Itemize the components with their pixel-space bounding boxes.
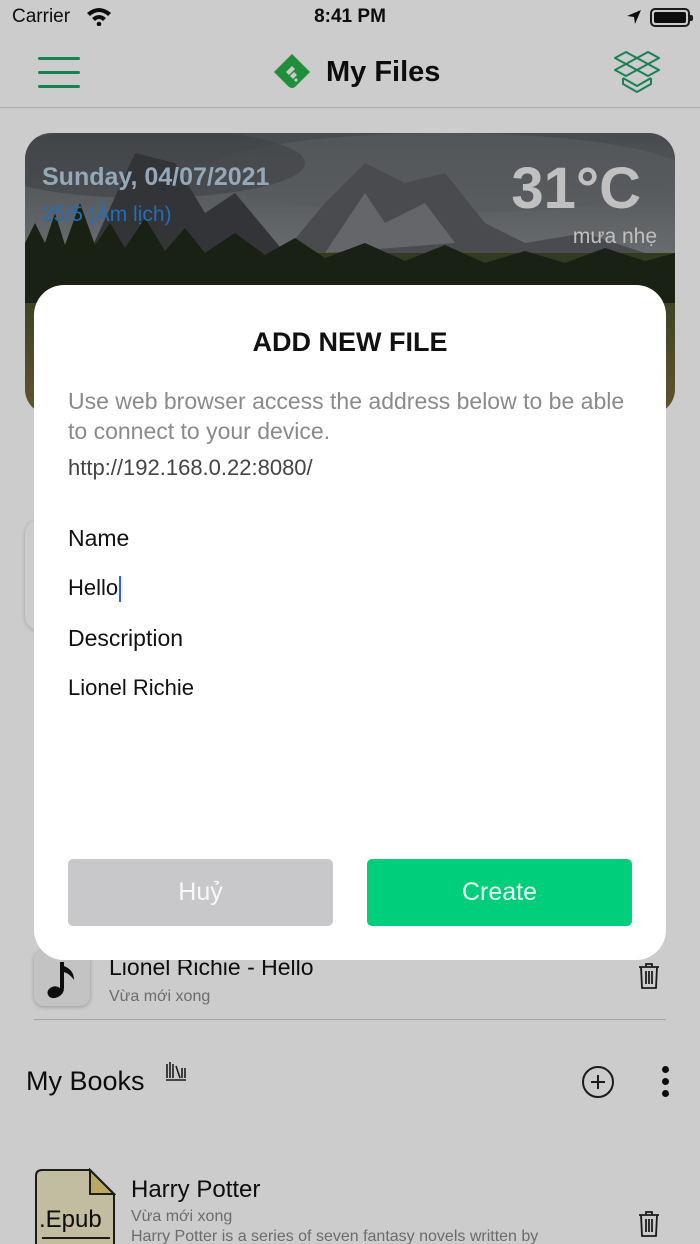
dialog-info-text: Use web browser access the address below… — [68, 388, 625, 444]
description-label: Description — [68, 625, 184, 651]
dialog-title: ADD NEW FILE — [252, 327, 448, 357]
name-field[interactable]: Hello — [68, 573, 628, 603]
name-field-value: Hello — [68, 575, 119, 600]
description-field[interactable]: Lionel Richie — [68, 673, 628, 703]
cancel-button[interactable]: Huỷ — [68, 859, 333, 926]
text-cursor — [119, 576, 122, 603]
description-field-value: Lionel Richie — [68, 675, 194, 700]
server-url: http://192.168.0.22:8080/ — [68, 455, 313, 480]
add-new-file-dialog: ADD NEW FILE Use web browser access the … — [34, 285, 666, 960]
create-button[interactable]: Create — [367, 859, 632, 926]
name-label: Name — [68, 525, 130, 551]
